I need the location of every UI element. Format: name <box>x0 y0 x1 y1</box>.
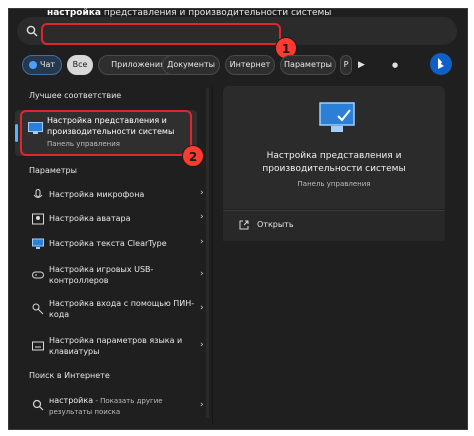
selection-indicator <box>15 124 18 142</box>
chevron-right-icon: › <box>200 188 204 198</box>
settings-item-label: Настройка микрофона <box>49 190 145 199</box>
web-search-query: настройка <box>49 396 94 405</box>
settings-item-avatar[interactable]: Настройка аватара › <box>22 211 212 227</box>
play-icon[interactable]: ▶ <box>358 55 365 75</box>
more-options-icon[interactable]: ● <box>392 55 398 75</box>
filter-chat-label: Чат <box>39 60 56 69</box>
search-completion-text: представления и производительности систе… <box>100 8 332 18</box>
preview-subtitle: Панель управления <box>297 180 371 188</box>
open-external-icon <box>239 220 249 230</box>
search-input[interactable]: настройка представления и производительн… <box>47 8 331 18</box>
gamepad-icon <box>32 271 44 279</box>
best-match-header: Лучшее соответствие <box>29 91 122 100</box>
annotation-highlight-result <box>20 110 192 156</box>
key-icon <box>32 303 44 315</box>
search-typed-text: настройка <box>47 8 101 18</box>
settings-item-label: Настройка входа с помощью ПИН-кода <box>49 299 195 319</box>
scrollbar[interactable] <box>206 88 209 418</box>
web-search-label: настройка - Показать другие результаты п… <box>49 395 189 418</box>
settings-item-label: Настройка параметров языка и клавиатуры <box>49 336 183 356</box>
web-search-item[interactable]: настройка - Показать другие результаты п… <box>22 394 212 418</box>
avatar-icon <box>32 213 44 225</box>
chevron-right-icon: › <box>200 340 204 350</box>
settings-item-microphone[interactable]: Настройка микрофона › <box>22 187 212 203</box>
settings-item-pin[interactable]: Настройка входа с помощью ПИН-кода › <box>22 297 212 321</box>
filter-chat[interactable]: Чат <box>22 55 62 75</box>
search-icon <box>26 25 38 37</box>
search-icon <box>32 399 44 411</box>
chevron-right-icon: › <box>200 212 204 222</box>
monitor-icon <box>32 238 44 249</box>
settings-section-header: Параметры <box>29 166 77 175</box>
bing-icon[interactable] <box>430 53 452 75</box>
chevron-right-icon: › <box>200 237 204 247</box>
annotation-highlight-search <box>41 23 281 45</box>
chevron-right-icon: › <box>200 303 204 313</box>
performance-monitor-icon <box>319 102 355 132</box>
annotation-badge-2: 2 <box>182 145 204 167</box>
filter-more[interactable]: Р <box>340 55 352 75</box>
settings-item-label: Настройка аватара <box>49 214 131 223</box>
settings-item-label: Настройка текста ClearType <box>49 239 167 248</box>
web-section-header: Поиск в Интернете <box>29 371 110 380</box>
filter-documents[interactable]: Документы <box>162 55 220 75</box>
panel-divider <box>212 85 213 425</box>
chevron-right-icon: › <box>200 400 204 410</box>
settings-item-cleartype[interactable]: Настройка текста ClearType › <box>22 236 212 252</box>
open-button[interactable]: Открыть <box>257 220 294 229</box>
settings-item-label: Настройка игровых USB-контроллеров <box>49 265 154 285</box>
settings-item-usb-controllers[interactable]: Настройка игровых USB-контроллеров › <box>22 263 212 287</box>
keyboard-icon <box>32 341 44 351</box>
chat-icon <box>28 60 37 69</box>
chevron-right-icon: › <box>200 269 204 279</box>
filter-web[interactable]: Интернет <box>225 55 275 75</box>
filter-settings[interactable]: Параметры <box>280 55 336 75</box>
preview-title: Настройка представления и производительн… <box>262 151 406 174</box>
bing-logo-icon <box>438 58 444 69</box>
microphone-icon <box>33 189 43 198</box>
settings-item-language[interactable]: Настройка параметров языка и клавиатуры … <box>22 334 212 358</box>
filter-all[interactable]: Все <box>67 55 93 75</box>
